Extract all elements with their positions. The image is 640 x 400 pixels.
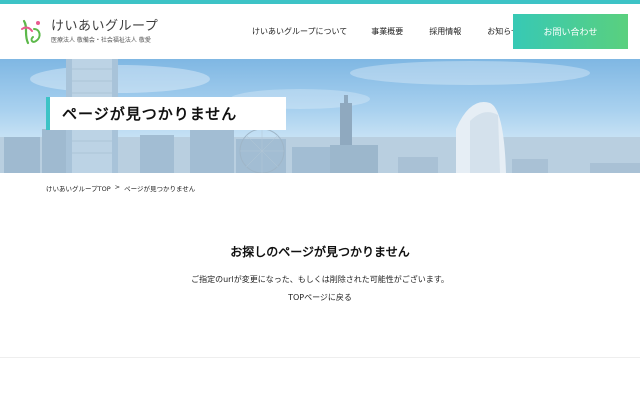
- logo-subtitle: 医療法人 敬備会・社会福祉法人 敬愛: [51, 37, 151, 44]
- breadcrumb-current: ページが見つかりません: [124, 185, 196, 193]
- nav-item-business[interactable]: 事業概要: [371, 26, 403, 37]
- logo-name: けいあいグループ: [51, 19, 159, 34]
- breadcrumb: けいあいグループTOP > ページが見つかりません: [46, 183, 195, 193]
- footer-divider: [0, 357, 640, 358]
- breadcrumb-separator: >: [114, 183, 121, 191]
- hero-banner: ページが見つかりません: [0, 59, 640, 173]
- nav-item-recruit[interactable]: 採用情報: [429, 26, 461, 37]
- main-nav: けいあいグループについて 事業概要 採用情報 お知らせ: [252, 4, 545, 59]
- site-header: けいあいグループ 医療法人 敬備会・社会福祉法人 敬愛 けいあいグループについて…: [0, 4, 640, 59]
- page-title: ページが見つかりません: [62, 105, 238, 123]
- nav-item-about[interactable]: けいあいグループについて: [252, 26, 347, 37]
- back-to-top-link[interactable]: TOPページに戻る: [288, 293, 352, 302]
- contact-button[interactable]: お問い合わせ: [513, 14, 628, 49]
- logo-mark-icon: [21, 19, 41, 45]
- page-title-box: ページが見つかりません: [46, 97, 286, 130]
- not-found-heading: お探しのページが見つかりません: [230, 245, 410, 259]
- not-found-message: ご指定のurlが変更になった、もしくは削除された可能性がございます。: [191, 275, 449, 284]
- breadcrumb-home-link[interactable]: けいあいグループTOP: [46, 183, 111, 193]
- site-logo[interactable]: けいあいグループ 医療法人 敬備会・社会福祉法人 敬愛: [18, 15, 208, 49]
